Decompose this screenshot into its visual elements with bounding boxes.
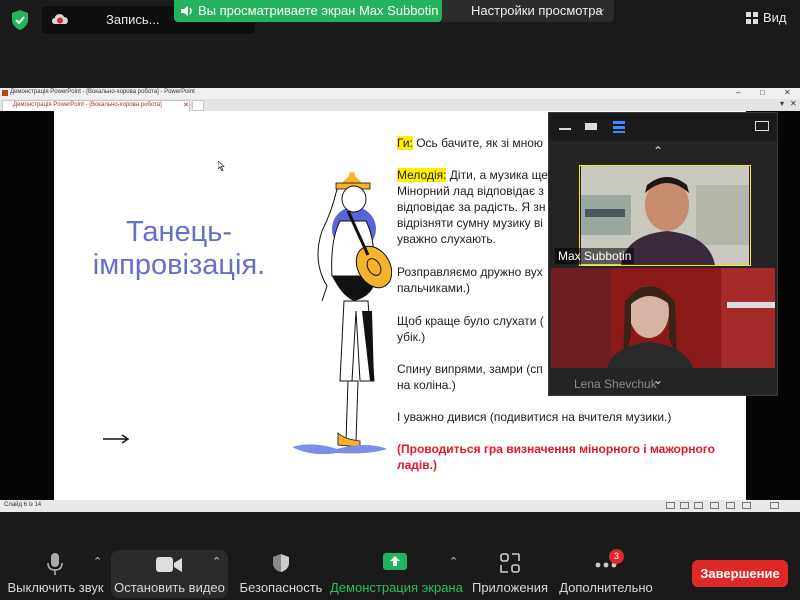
expand-panel-icon[interactable]: [755, 121, 769, 131]
top-bar: Запись... Вы просматриваете экран Max Su…: [0, 0, 800, 40]
close-icon[interactable]: ✕: [784, 88, 791, 97]
chevron-down-icon: ⌵: [596, 4, 605, 16]
share-options-caret-icon[interactable]: ⌃: [449, 555, 458, 568]
security-button[interactable]: Безопасность: [236, 537, 326, 600]
share-banner-text: Вы просматриваете экран Max Subbotin: [198, 3, 439, 18]
powerpoint-icon: [2, 90, 8, 96]
ppt-status-bar: Слайд 6 із 14: [0, 500, 800, 512]
apps-button[interactable]: Приложения: [468, 537, 552, 600]
slide-title-line1: Танець-: [125, 216, 233, 248]
video-options-caret-icon[interactable]: ⌃: [212, 555, 221, 568]
participant-video-panel[interactable]: ⌃ Max Subbotin Lena Shevchuk ⌄: [548, 112, 778, 396]
mute-label: Выключить звук: [7, 580, 104, 595]
video-camera-icon: [156, 557, 182, 572]
view-button[interactable]: Вид: [746, 10, 787, 25]
ppt-tab-strip: Демонстрація PowerPoint - [Вокально-хоро…: [0, 99, 800, 111]
stop-video-button[interactable]: Остановить видео: [111, 537, 228, 600]
share-screen-icon: [383, 553, 407, 570]
microphone-icon: [47, 553, 63, 575]
zoom-fit-icon[interactable]: [770, 502, 779, 509]
slide-title: Танець- імпровізація.: [54, 216, 304, 282]
normal-view-icon[interactable]: [694, 502, 703, 509]
video-tile-max-subbotin[interactable]: Max Subbotin: [551, 165, 775, 266]
tab-list-icon[interactable]: ▾: [780, 99, 784, 108]
tab-strip-close-icon[interactable]: ✕: [790, 99, 797, 108]
gallery-strip-icon[interactable]: [613, 121, 625, 133]
cloud-record-icon: [52, 14, 68, 24]
more-label: Дополнительно: [559, 580, 653, 595]
share-screen-button[interactable]: Демонстрация экрана: [330, 537, 463, 600]
share-screen-label: Демонстрация экрана: [330, 580, 463, 595]
speaker-label-melody: Мелодія:: [397, 168, 447, 182]
video-tile-lena-shevchuk[interactable]: [551, 268, 775, 368]
shield-check-icon[interactable]: [10, 9, 30, 31]
paragraph-1-text: Ось бачите, як зі мною: [412, 136, 543, 150]
participant-name-lena: Lena Shevchuk: [574, 377, 657, 391]
stop-video-label: Остановить видео: [114, 580, 225, 595]
restore-icon[interactable]: □: [760, 88, 765, 97]
girl-playing-lute-illustration: [292, 172, 392, 455]
thumbnail-view-icon[interactable]: [585, 123, 597, 130]
end-meeting-button[interactable]: Завершение: [692, 560, 788, 587]
slide-counter: Слайд 6 із 14: [4, 502, 42, 508]
minimize-panel-icon[interactable]: [559, 128, 571, 130]
participant-video-lena: [551, 268, 775, 368]
view-button-label: Вид: [763, 10, 787, 25]
recording-label: Запись...: [106, 12, 160, 27]
mouse-cursor-icon: [218, 161, 225, 171]
more-button[interactable]: Дополнительно: [558, 537, 654, 600]
slideshow-view-icon[interactable]: [742, 502, 751, 509]
sorter-view-icon[interactable]: [710, 502, 719, 509]
tab-slideshow-label: Демонстрація PowerPoint - [Вокально-хоро…: [13, 102, 162, 108]
comments-icon[interactable]: [680, 502, 689, 509]
panel-header: [549, 113, 777, 141]
notes-icon[interactable]: [666, 502, 675, 509]
shield-icon: [273, 554, 289, 572]
paragraph-2-line1: Діти, а музика ще: [446, 168, 548, 182]
paragraph-6-line1: І уважно дивися (подивитися на вчителя м…: [397, 410, 672, 424]
new-tab-button[interactable]: [192, 100, 204, 111]
view-options-dropdown[interactable]: Настройки просмотра ⌵: [442, 0, 614, 22]
security-label: Безопасность: [239, 580, 323, 595]
chevron-up-icon[interactable]: ⌃: [653, 144, 663, 158]
slide-title-line2: імпровізація.: [92, 249, 266, 281]
grid-view-icon: [746, 12, 758, 24]
tab-close-icon[interactable]: ✕: [183, 101, 189, 109]
ppt-title-bar: Демонстрація PowerPoint - [Вокально-хоро…: [0, 88, 800, 99]
arrow-right-icon: [103, 434, 130, 444]
paragraph-7-instruction: (Проводиться гра визначення мінорного і …: [397, 441, 737, 473]
chevron-down-icon[interactable]: ⌄: [653, 373, 663, 387]
audio-options-caret-icon[interactable]: ⌃: [93, 555, 102, 568]
mute-button[interactable]: Выключить звук: [0, 537, 111, 600]
view-options-label: Настройки просмотра: [471, 3, 603, 18]
speaker-label-gi: Ги:: [397, 136, 413, 150]
tab-slideshow[interactable]: Демонстрація PowerPoint - [Вокально-хоро…: [2, 100, 190, 111]
paragraph-6: І уважно дивися (подивитися на вчителя м…: [397, 409, 737, 425]
minimize-icon[interactable]: –: [736, 88, 740, 97]
ppt-window-title: Демонстрація PowerPoint - [Вокально-хоро…: [10, 89, 195, 95]
paragraph-7-line2: ладів.): [397, 458, 437, 472]
speaker-icon: [181, 6, 192, 16]
notification-badge: 3: [609, 549, 624, 564]
paragraph-7-line1: (Проводиться гра визначення мінорного і …: [397, 442, 715, 456]
apps-icon: [500, 553, 520, 573]
screen-share-banner: Вы просматриваете экран Max Subbotin: [174, 0, 442, 22]
participant-name-max: Max Subbotin: [555, 248, 635, 264]
zoom-window: Запись... Вы просматриваете экран Max Su…: [0, 0, 800, 600]
reading-view-icon[interactable]: [726, 502, 735, 509]
apps-label: Приложения: [471, 580, 549, 595]
